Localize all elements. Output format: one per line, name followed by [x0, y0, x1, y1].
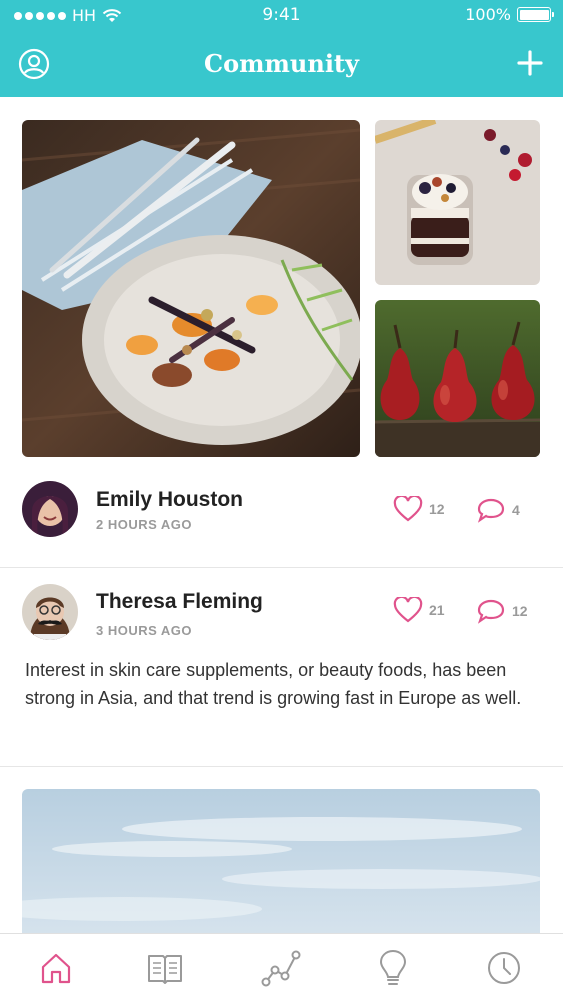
pears-photo[interactable]	[375, 300, 540, 457]
book-icon	[148, 955, 182, 984]
like-button[interactable]: 21	[393, 597, 445, 623]
status-bar: HH 9:41 100%	[0, 0, 563, 32]
page-title: Community	[204, 49, 359, 78]
comment-icon	[477, 498, 505, 523]
like-button[interactable]: 12	[393, 496, 445, 522]
comment-button[interactable]: 12	[476, 598, 528, 624]
sky-photo[interactable]	[22, 789, 540, 939]
divider	[0, 766, 563, 767]
app-header: HH 9:41 100% Community	[0, 0, 563, 97]
heart-icon	[393, 597, 423, 623]
comment-icon	[477, 599, 505, 624]
parfait-photo[interactable]	[375, 120, 540, 285]
clock-icon	[488, 952, 520, 984]
tab-progress[interactable]	[261, 948, 301, 988]
battery-icon	[517, 7, 554, 22]
comment-count: 4	[512, 502, 520, 518]
post-text: Interest in skin care supplements, or be…	[25, 660, 522, 708]
like-count: 21	[429, 602, 445, 618]
tab-bar	[0, 933, 563, 1000]
comment-button[interactable]: 4	[476, 497, 520, 523]
post-timestamp: 2 HOURS AGO	[96, 517, 193, 532]
author-name[interactable]: Emily Houston	[96, 488, 243, 512]
home-icon	[41, 953, 71, 984]
avatar[interactable]	[22, 584, 78, 640]
tab-history[interactable]	[484, 948, 524, 988]
post-card[interactable]: Emily Houston 2 HOURS AGO 12 4	[0, 476, 563, 566]
food-plate-photo[interactable]	[22, 120, 360, 457]
tab-tips[interactable]	[373, 948, 413, 988]
avatar[interactable]	[22, 481, 78, 537]
comment-count: 12	[512, 603, 528, 619]
battery-group: 100%	[465, 5, 554, 24]
tab-journal[interactable]	[145, 948, 185, 988]
battery-percent: 100%	[465, 5, 511, 24]
chart-icon	[261, 950, 301, 987]
tab-home[interactable]	[36, 948, 76, 988]
plus-icon	[517, 50, 543, 76]
heart-icon	[393, 496, 423, 522]
author-name[interactable]: Theresa Fleming	[96, 590, 263, 614]
like-count: 12	[429, 501, 445, 517]
add-post-button[interactable]	[517, 50, 543, 76]
divider	[0, 567, 563, 568]
lightbulb-icon	[379, 949, 407, 985]
post-card[interactable]: Theresa Fleming 3 HOURS AGO 21 12 Intere…	[0, 580, 563, 766]
post-timestamp: 3 HOURS AGO	[96, 623, 193, 638]
